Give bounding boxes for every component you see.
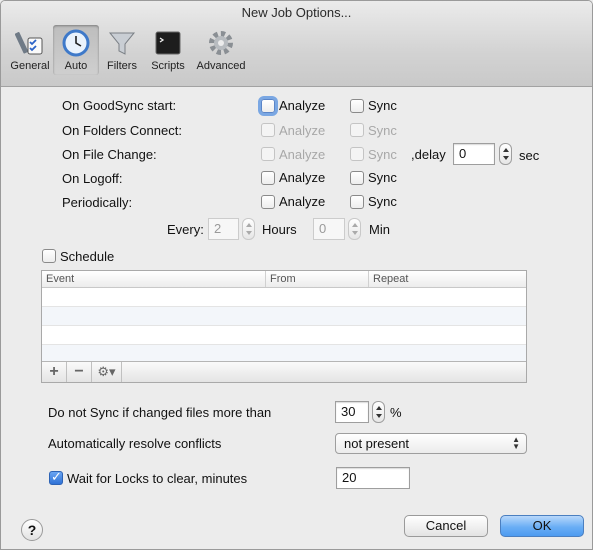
table-row[interactable] (42, 307, 526, 326)
wait-locks-label: Wait for Locks to clear, minutes (67, 471, 248, 486)
ok-button[interactable]: OK (500, 515, 584, 537)
change-analyze-checkbox[interactable] (261, 147, 275, 161)
start-sync-label: Sync (368, 98, 397, 113)
terminal-icon (155, 31, 181, 55)
table-row[interactable] (42, 288, 526, 307)
column-event[interactable]: Event (42, 271, 266, 287)
change-sync-checkbox[interactable] (350, 147, 364, 161)
schedule-table: Event From Repeat + − ⚙▾ (41, 270, 527, 383)
minutes-input[interactable]: 0 (313, 218, 345, 240)
connect-analyze-label: Analyze (279, 123, 326, 138)
conflicts-label: Automatically resolve conflicts (48, 436, 222, 451)
max-changes-stepper[interactable] (372, 401, 385, 423)
cancel-button[interactable]: Cancel (404, 515, 488, 537)
trigger-label-change: On File Change: (62, 147, 157, 162)
logoff-analyze-label: Analyze (279, 170, 326, 185)
gear-icon (209, 31, 233, 55)
start-sync-checkbox[interactable] (350, 99, 364, 113)
minutes-label: Min (369, 222, 390, 237)
trigger-label-periodic: Periodically: (62, 195, 133, 210)
logoff-sync-checkbox[interactable] (350, 171, 364, 185)
clock-icon (62, 29, 90, 57)
title-bar: New Job Options... General Auto Filters … (1, 1, 592, 87)
column-repeat[interactable]: Repeat (369, 271, 526, 287)
max-changes-unit: % (390, 405, 402, 420)
max-changes-input[interactable]: 30 (335, 401, 369, 423)
trigger-label-connect: On Folders Connect: (62, 123, 182, 138)
change-analyze-label: Analyze (279, 147, 326, 162)
logoff-sync-label: Sync (368, 170, 397, 185)
column-from[interactable]: From (266, 271, 369, 287)
periodic-analyze-checkbox[interactable] (261, 195, 275, 209)
delay-unit: sec (519, 148, 540, 163)
schedule-label: Schedule (60, 249, 115, 264)
connect-analyze-checkbox[interactable] (261, 123, 275, 137)
conflicts-select[interactable]: not present ▲ ▼ (335, 433, 527, 454)
event-actions-gear-icon[interactable]: ⚙▾ (92, 362, 122, 382)
trigger-label-logoff: On Logoff: (62, 171, 123, 186)
delay-stepper[interactable] (499, 143, 512, 165)
remove-event-button[interactable]: − (67, 362, 92, 382)
every-label: Every: (167, 222, 204, 237)
minutes-stepper[interactable] (348, 218, 361, 240)
tab-scripts[interactable]: Scripts (145, 25, 191, 75)
tab-advanced[interactable]: Advanced (191, 25, 251, 75)
add-event-button[interactable]: + (42, 362, 67, 382)
wait-locks-checkbox[interactable] (49, 469, 63, 485)
select-arrows-icon: ▲ ▼ (512, 435, 520, 451)
help-button[interactable]: ? (21, 519, 43, 541)
start-analyze-label: Analyze (279, 98, 326, 113)
funnel-icon (108, 32, 136, 55)
tools-icon (15, 32, 43, 55)
table-row[interactable] (42, 326, 526, 345)
trigger-label-start: On GoodSync start: (62, 98, 177, 113)
conflicts-select-value: not present (344, 436, 410, 451)
change-sync-label: Sync (368, 147, 397, 162)
periodic-analyze-label: Analyze (279, 194, 326, 209)
options-toolbar: General Auto Filters Scripts Advanced (7, 25, 251, 77)
delay-input[interactable]: 0 (453, 143, 495, 165)
periodic-sync-label: Sync (368, 194, 397, 209)
connect-sync-label: Sync (368, 123, 397, 138)
hours-stepper[interactable] (242, 218, 255, 240)
schedule-table-header: Event From Repeat (42, 271, 526, 288)
logoff-analyze-checkbox[interactable] (261, 171, 275, 185)
max-changes-label: Do not Sync if changed files more than (48, 405, 272, 420)
hours-label: Hours (262, 222, 297, 237)
tab-general[interactable]: General (7, 25, 53, 75)
hours-input[interactable]: 2 (208, 218, 239, 240)
delay-label: ,delay (411, 147, 446, 162)
start-analyze-checkbox[interactable] (261, 99, 275, 113)
periodic-sync-checkbox[interactable] (350, 195, 364, 209)
wait-locks-input[interactable]: 20 (336, 467, 410, 489)
tab-auto[interactable]: Auto (53, 25, 99, 75)
schedule-table-footer: + − ⚙▾ (42, 361, 526, 382)
schedule-checkbox[interactable] (42, 249, 56, 263)
connect-sync-checkbox[interactable] (350, 123, 364, 137)
job-options-window: New Job Options... General Auto Filters … (0, 0, 593, 550)
window-title: New Job Options... (241, 5, 352, 20)
tab-filters[interactable]: Filters (99, 25, 145, 75)
